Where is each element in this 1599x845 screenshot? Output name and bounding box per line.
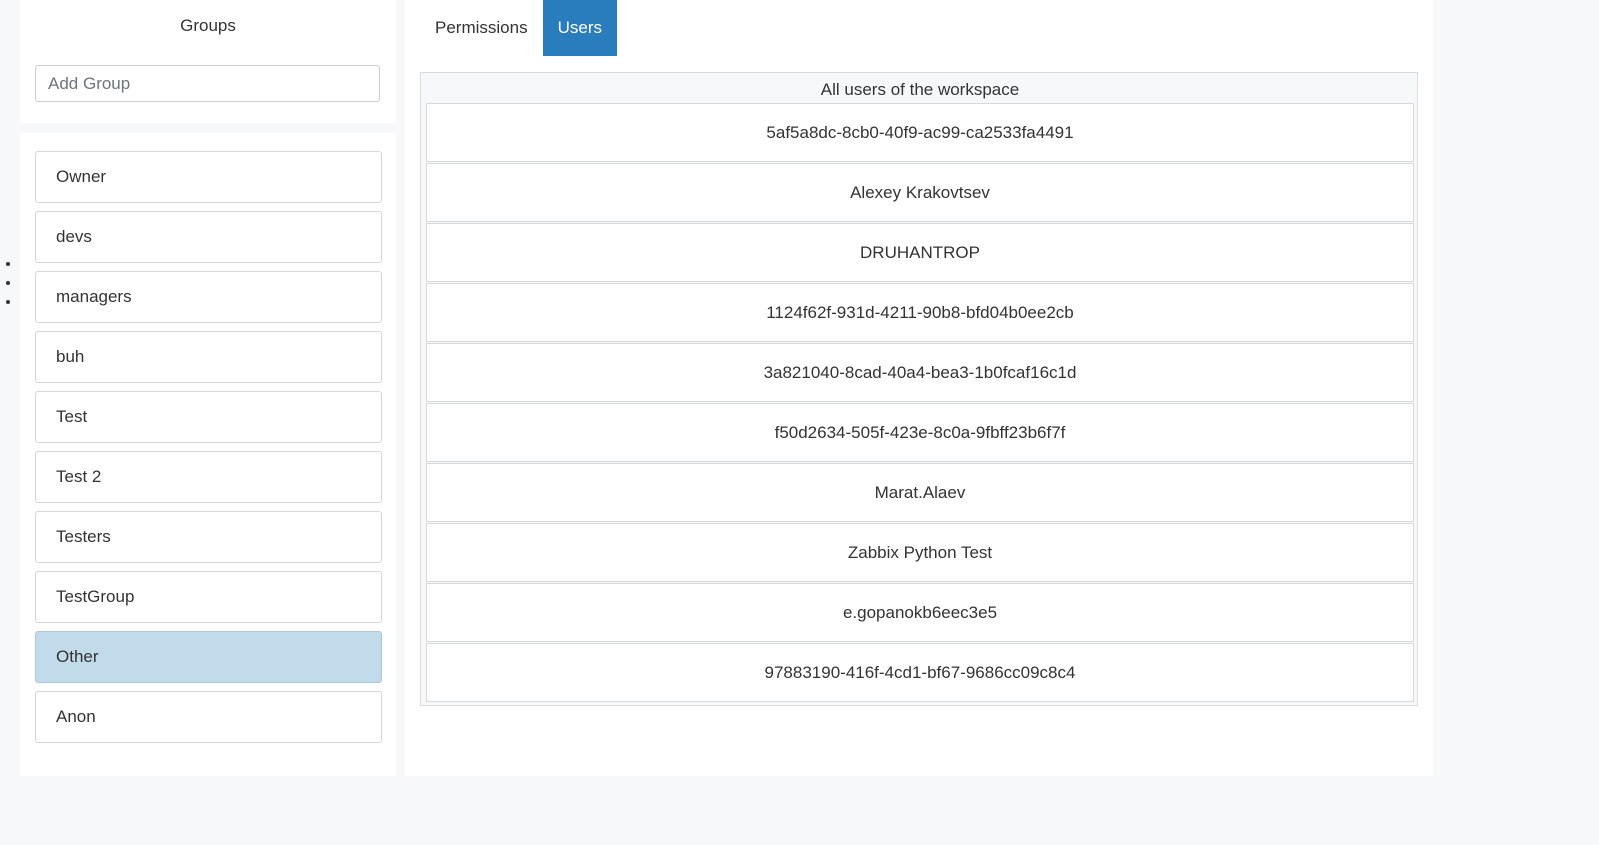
handle-dot: [6, 300, 10, 304]
group-item-test-2[interactable]: Test 2: [35, 451, 382, 503]
handle-dot: [6, 262, 10, 266]
user-row[interactable]: f50d2634-505f-423e-8c0a-9fbff23b6f7f: [426, 403, 1414, 462]
panel-resize-handle[interactable]: [4, 262, 12, 304]
add-group-input[interactable]: [35, 65, 380, 102]
group-item-other[interactable]: Other: [35, 631, 382, 683]
user-row[interactable]: 3a821040-8cad-40a4-bea3-1b0fcaf16c1d: [426, 343, 1414, 402]
user-row[interactable]: Zabbix Python Test: [426, 523, 1414, 582]
group-item-testgroup[interactable]: TestGroup: [35, 571, 382, 623]
user-row[interactable]: 1124f62f-931d-4211-90b8-bfd04b0ee2cb: [426, 283, 1414, 342]
user-row[interactable]: 5af5a8dc-8cb0-40f9-ac99-ca2533fa4491: [426, 103, 1414, 162]
user-row[interactable]: 97883190-416f-4cd1-bf67-9686cc09c8c4: [426, 643, 1414, 702]
user-row[interactable]: e.gopanokb6eec3e5: [426, 583, 1414, 642]
group-item-devs[interactable]: devs: [35, 211, 382, 263]
handle-dot: [6, 281, 10, 285]
group-item-buh[interactable]: buh: [35, 331, 382, 383]
groups-header-panel: Groups: [20, 0, 396, 123]
user-row[interactable]: DRUHANTROP: [426, 223, 1414, 282]
group-item-anon[interactable]: Anon: [35, 691, 382, 743]
groups-title: Groups: [180, 16, 236, 35]
app-root: Groups Owner devs managers buh Test Test…: [0, 0, 1599, 845]
main-panel: Permissions Users All users of the works…: [405, 0, 1433, 776]
users-list: All users of the workspace 5af5a8dc-8cb0…: [420, 72, 1418, 706]
tab-bar: Permissions Users: [420, 0, 617, 56]
groups-list: Owner devs managers buh Test Test 2 Test…: [20, 133, 396, 776]
users-list-caption: All users of the workspace: [820, 80, 1020, 99]
group-item-managers[interactable]: managers: [35, 271, 382, 323]
user-row[interactable]: Marat.Alaev: [426, 463, 1414, 522]
user-row[interactable]: Alexey Krakovtsev: [426, 163, 1414, 222]
group-item-testers[interactable]: Testers: [35, 511, 382, 563]
group-item-test[interactable]: Test: [35, 391, 382, 443]
tab-permissions[interactable]: Permissions: [420, 0, 543, 56]
tab-users[interactable]: Users: [542, 0, 617, 56]
group-item-owner[interactable]: Owner: [35, 151, 382, 203]
